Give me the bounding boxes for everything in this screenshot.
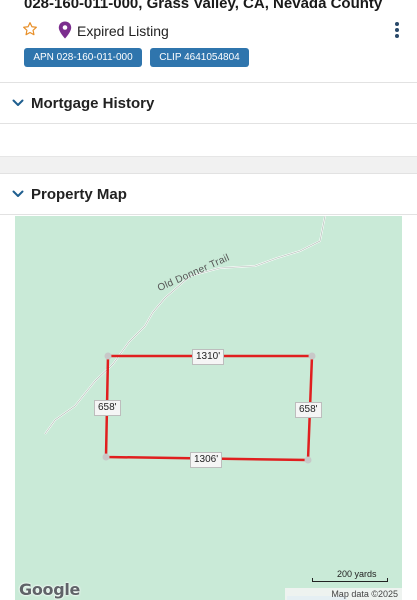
listing-header: 028-160-011-000, Grass Valley, CA, Nevad… [0, 0, 417, 80]
mortgage-history-content [0, 124, 417, 156]
listing-status: Expired Listing [77, 23, 169, 39]
section-mortgage-history[interactable]: Mortgage History [0, 82, 417, 124]
road-line-edge [44, 216, 326, 435]
property-map[interactable]: Old Donner Trail 1310' 1306' 658' 658' G… [15, 216, 402, 600]
edge-label-left: 658' [94, 400, 121, 416]
section-property-map[interactable]: Property Map [0, 173, 417, 215]
star-icon[interactable] [22, 21, 38, 37]
apn-badge[interactable]: APN 028-160-011-000 [24, 48, 142, 67]
edge-label-right: 658' [295, 402, 322, 418]
chevron-down-icon [12, 99, 24, 106]
edge-label-bottom: 1306' [190, 452, 223, 468]
listing-title: 028-160-011-000, Grass Valley, CA, Nevad… [24, 0, 383, 12]
scale-bar [312, 578, 388, 582]
parcel-vertex [304, 456, 312, 464]
parcel-boundary [104, 354, 314, 462]
map-attribution[interactable]: Map data ©2025 [285, 588, 402, 600]
section-divider [0, 156, 417, 173]
parcel-vertex [102, 453, 110, 461]
chevron-down-icon [12, 190, 24, 197]
parcel-vertex [308, 352, 316, 360]
more-vertical-icon[interactable] [390, 20, 404, 40]
parcel-vertex [104, 352, 112, 360]
road-line [44, 216, 326, 435]
clip-badge[interactable]: CLIP 4641054804 [150, 48, 249, 67]
map-pin-icon [58, 21, 72, 39]
edge-label-top: 1310' [192, 349, 225, 365]
section-title: Property Map [31, 186, 127, 203]
google-logo: Google [19, 580, 81, 599]
section-title: Mortgage History [31, 95, 155, 112]
